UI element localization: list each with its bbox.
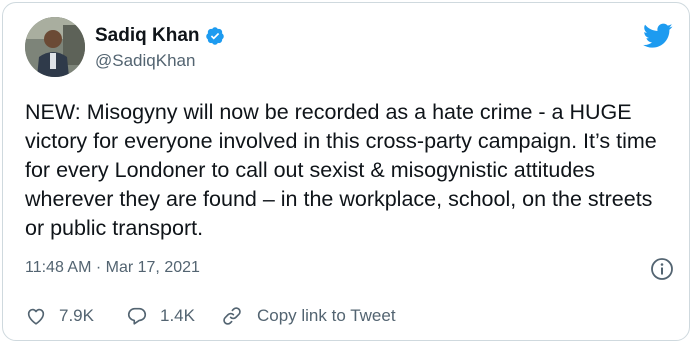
avatar[interactable] [25, 17, 85, 77]
author-name[interactable]: Sadiq Khan [95, 25, 200, 47]
copy-link-label: Copy link to Tweet [256, 306, 396, 325]
like-count: 7.9K [59, 306, 94, 325]
twitter-bird-icon[interactable] [643, 23, 673, 49]
info-icon[interactable] [650, 257, 674, 281]
like-button[interactable]: 7.9K [25, 305, 94, 327]
heart-icon [27, 308, 45, 325]
tweet-actions: 7.9K 1.4K Copy link to Tweet [25, 305, 396, 327]
reply-count: 1.4K [159, 306, 195, 325]
avatar-image [25, 17, 85, 77]
reply-button[interactable]: 1.4K [126, 305, 195, 327]
author-name-row[interactable]: Sadiq Khan [95, 25, 225, 47]
link-icon [223, 307, 241, 325]
tweet-text: NEW: Misogyny will now be recorded as a … [25, 100, 657, 240]
verified-badge-icon [205, 26, 225, 46]
tweet-card[interactable]: Sadiq Khan @SadiqKhan NEW: Misogyny will… [2, 2, 690, 341]
tweet-timestamp[interactable]: 11:48 AM · Mar 17, 2021 [25, 259, 200, 277]
author-handle[interactable]: @SadiqKhan [95, 51, 195, 71]
reply-bubble-icon [127, 307, 147, 325]
copy-link-button[interactable]: Copy link to Tweet [221, 305, 396, 327]
